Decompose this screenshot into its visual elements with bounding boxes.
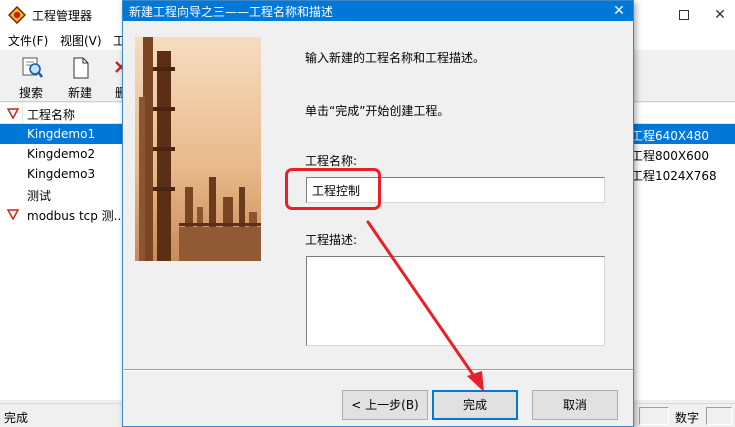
project-name: Kingdemo2 xyxy=(27,147,96,161)
project-desc: 工程640X480 xyxy=(631,129,710,143)
search-button[interactable]: 搜索 xyxy=(9,54,53,100)
column-separator xyxy=(22,103,23,124)
wizard-instruction: 输入新建的工程名称和工程描述。 xyxy=(305,51,486,65)
delete-button[interactable]: 删 xyxy=(106,54,122,98)
dialog-title-bar: 新建工程向导之三——工程名称和描述 ✕ xyxy=(123,1,633,21)
maximize-icon xyxy=(679,10,689,20)
close-button[interactable]: ✕ xyxy=(700,2,735,28)
project-name: Kingdemo3 xyxy=(27,167,96,181)
project-desc: 工程1024X768 xyxy=(631,169,717,183)
project-desc-label: 工程描述: xyxy=(305,233,358,247)
flag-icon xyxy=(7,209,19,220)
new-file-icon xyxy=(73,57,89,79)
wizard-refinery-image xyxy=(135,37,261,261)
project-desc: 工程800X600 xyxy=(631,149,710,163)
column-header-name[interactable]: 工程名称 xyxy=(27,106,75,123)
main-window-title: 工程管理器 xyxy=(32,9,93,23)
dialog-separator xyxy=(124,369,633,371)
dialog-title: 新建工程向导之三——工程名称和描述 xyxy=(129,5,334,19)
dialog-close-button[interactable]: ✕ xyxy=(605,1,633,21)
search-label: 搜索 xyxy=(18,86,43,100)
status-panel xyxy=(639,407,669,425)
delete-label: 删 xyxy=(115,86,122,98)
new-label: 新建 xyxy=(67,86,92,100)
maximize-button[interactable] xyxy=(664,2,704,28)
new-button[interactable]: 新建 xyxy=(58,54,102,100)
menu-view[interactable]: 视图(V) xyxy=(60,32,102,49)
flag-icon xyxy=(7,108,19,119)
highlight-box xyxy=(285,168,381,210)
finish-button[interactable]: 完成 xyxy=(432,390,518,420)
project-name-label: 工程名称: xyxy=(305,154,358,168)
delete-icon xyxy=(115,61,122,73)
close-icon: ✕ xyxy=(714,7,726,23)
wizard-hint: 单击“完成”开始创建工程。 xyxy=(305,104,450,118)
menu-file[interactable]: 文件(F) xyxy=(8,32,48,49)
project-name: modbus tcp 测... xyxy=(27,209,126,223)
close-icon: ✕ xyxy=(613,3,625,19)
search-icon xyxy=(22,57,43,78)
new-project-wizard-dialog: 新建工程向导之三——工程名称和描述 ✕ 输入新建的工程名称和工程描述。 单击“完… xyxy=(122,0,634,427)
cancel-button[interactable]: 取消 xyxy=(532,390,618,420)
status-panel xyxy=(706,407,732,425)
project-name: 测试 xyxy=(27,189,52,203)
back-button[interactable]: < 上一步(B) xyxy=(342,390,428,420)
status-text: 完成 xyxy=(4,411,29,425)
project-desc-textarea[interactable] xyxy=(306,256,605,346)
num-indicator: 数字 xyxy=(675,411,700,425)
app-icon xyxy=(8,6,26,24)
project-name: Kingdemo1 xyxy=(27,127,96,141)
